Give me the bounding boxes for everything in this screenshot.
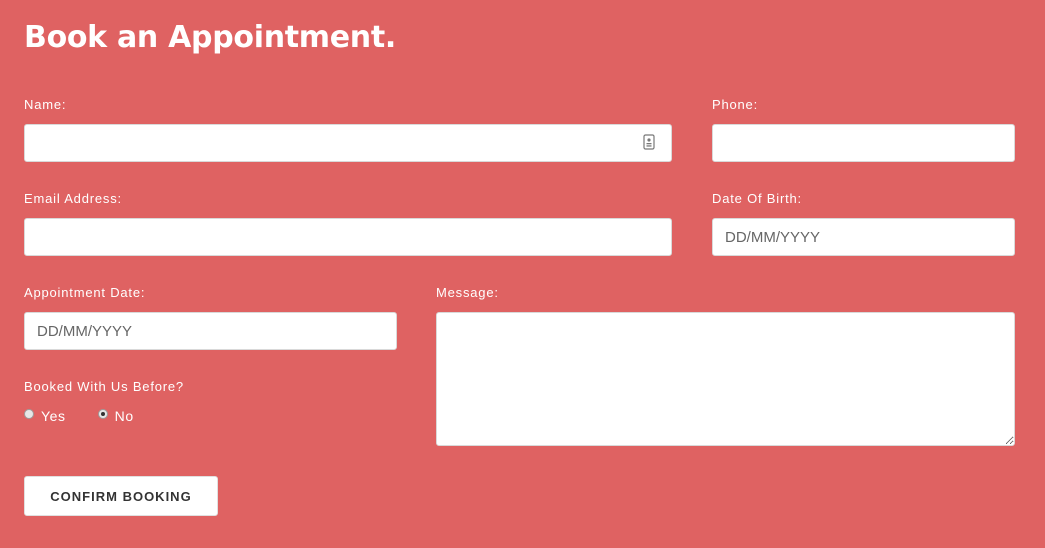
message-field[interactable] <box>436 312 1015 446</box>
appointment-date-label: Appointment Date: <box>24 285 146 300</box>
booked-before-label: Booked With Us Before? <box>24 379 184 394</box>
contact-card-icon[interactable] <box>643 134 655 150</box>
name-label: Name: <box>24 97 67 112</box>
radio-no-button[interactable] <box>97 409 108 419</box>
dob-field[interactable] <box>712 218 1015 256</box>
radio-yes-button[interactable] <box>24 409 34 419</box>
appointment-date-field[interactable] <box>24 312 397 350</box>
dob-label: Date Of Birth: <box>712 191 802 206</box>
message-label: Message: <box>436 285 499 300</box>
phone-field[interactable] <box>712 124 1015 162</box>
radio-option-no[interactable]: No <box>97 408 134 424</box>
page-title: Book an Appointment. <box>24 20 396 55</box>
radio-option-yes[interactable]: Yes <box>24 408 66 424</box>
booked-before-radio-group: Yes No <box>24 408 166 424</box>
radio-yes-label[interactable]: Yes <box>41 408 66 424</box>
email-field[interactable] <box>24 218 672 256</box>
email-label: Email Address: <box>24 191 122 206</box>
name-field[interactable] <box>24 124 672 162</box>
radio-no-label[interactable]: No <box>115 408 134 424</box>
phone-label: Phone: <box>712 97 759 112</box>
confirm-booking-button[interactable]: CONFIRM BOOKING <box>24 476 218 516</box>
